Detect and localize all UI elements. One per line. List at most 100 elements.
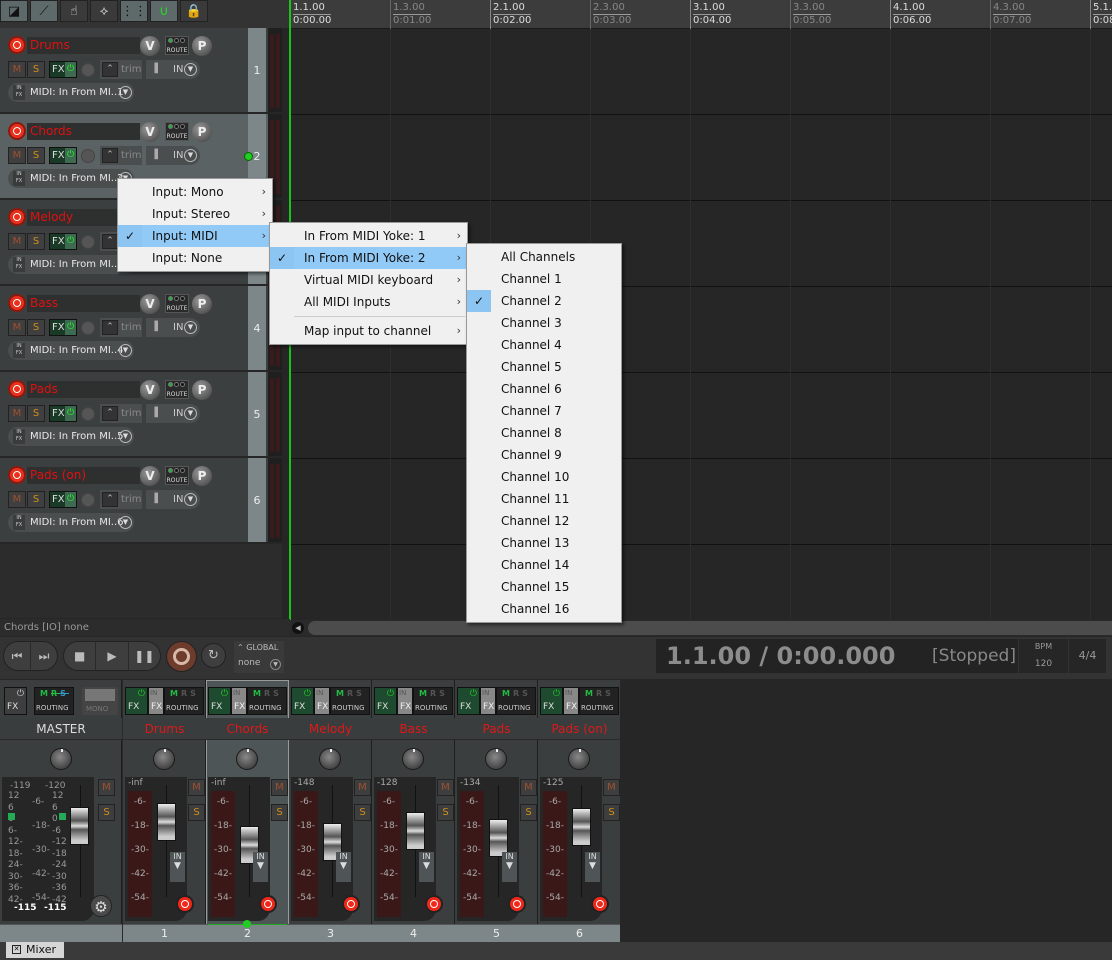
automation-mode[interactable]: ⌃trim <box>100 146 142 165</box>
input-monitor-button[interactable]: IN ▼ <box>585 852 600 882</box>
power-icon[interactable]: ⏻ <box>470 689 477 699</box>
in-fx-icon[interactable]: IN FX <box>13 343 25 358</box>
chevron-down-icon[interactable]: ▼ <box>119 516 132 529</box>
power-icon[interactable]: ⏻ <box>387 689 394 699</box>
ripple-icon[interactable]: ⟋ <box>30 0 58 22</box>
power-icon[interactable]: ⏻ <box>65 148 76 163</box>
mixer-strip-5[interactable]: ⏻ FX IN FX MRS ROUTING Pads -134 -6- -18- -30- -42-… <box>455 680 538 942</box>
power-icon[interactable]: ⏻ <box>221 689 228 699</box>
route-button[interactable]: ROUTE <box>165 36 189 55</box>
in-fx-icon[interactable]: IN FX <box>13 257 25 272</box>
volume-knob[interactable]: V <box>140 36 160 56</box>
mono-button[interactable]: MONO <box>82 687 118 715</box>
solo-button[interactable]: S <box>27 61 45 78</box>
pan-knob[interactable]: P <box>192 294 212 314</box>
fx-button[interactable]: FX ⏻ <box>49 491 77 508</box>
fx-button[interactable]: ⏻ FX <box>208 687 231 715</box>
track-name[interactable]: Pads <box>27 381 140 398</box>
chevron-down-icon[interactable]: ▼ <box>119 430 132 443</box>
pan-knob[interactable]: P <box>192 36 212 56</box>
input-monitor-button[interactable]: IN ▼ <box>336 852 351 882</box>
input-fx-button[interactable]: IN FX <box>480 687 496 715</box>
automation-mode[interactable]: ⌃trim <box>100 60 142 79</box>
record-arm-button[interactable] <box>8 466 26 484</box>
record-arm-button[interactable] <box>176 895 194 913</box>
mute-button[interactable]: M <box>8 147 26 164</box>
track-name[interactable]: Drums <box>27 37 140 54</box>
scroll-left-icon[interactable]: ◀ <box>292 622 304 634</box>
horizontal-scrollbar[interactable]: ◀ <box>290 620 1112 636</box>
mute-button[interactable]: M <box>8 319 26 336</box>
solo-button[interactable]: S <box>27 491 45 508</box>
fx-button[interactable]: FX ⏻ <box>49 319 77 336</box>
track-name[interactable]: Pads (on) <box>27 467 140 484</box>
mute-button[interactable]: M <box>188 779 205 796</box>
routing-button[interactable]: MRS ROUTING <box>330 687 370 715</box>
input-monitor-button[interactable]: IN ▼ <box>502 852 517 882</box>
record-arm-button[interactable] <box>425 895 443 913</box>
envelope-points-icon[interactable]: ⟡ <box>90 0 118 22</box>
menu-item-channel[interactable]: Channel 14 <box>467 554 621 576</box>
menu-item-midi-device[interactable]: ✓ In From MIDI Yoke: 2 › <box>270 247 467 269</box>
volume-fader[interactable] <box>157 803 176 841</box>
tempo-box[interactable]: BPM 120 <box>1018 639 1068 673</box>
fx-button[interactable]: FX ⏻ <box>49 233 77 250</box>
record-arm-button[interactable] <box>508 895 526 913</box>
menu-item-channel[interactable]: Channel 7 <box>467 400 621 422</box>
input-fx-button[interactable]: IN FX <box>148 687 164 715</box>
menu-item-channel[interactable]: Channel 6 <box>467 378 621 400</box>
record-arm-button[interactable] <box>8 380 26 398</box>
time-display[interactable]: 1.1.00 / 0:00.000 [Stopped] <box>656 639 1026 673</box>
pan-knob[interactable] <box>319 748 341 770</box>
mute-button[interactable]: M <box>8 61 26 78</box>
solo-button[interactable]: S <box>188 804 205 821</box>
menu-item-midi-device[interactable]: All MIDI Inputs › <box>270 291 467 313</box>
solo-button[interactable]: S <box>27 319 45 336</box>
track-1[interactable]: DrumsV ROUTEP MSFX⏻ ⌃trimIN▼ INFXMIDI: In Fr… <box>0 28 282 114</box>
solo-button[interactable]: S <box>27 147 45 164</box>
input-monitor[interactable]: IN▼ <box>146 60 200 79</box>
master-fx-button[interactable]: ⏻ FX <box>4 687 27 715</box>
strip-name[interactable]: Pads (on) <box>538 718 621 740</box>
power-icon[interactable]: ⏻ <box>553 689 560 699</box>
input-select[interactable]: INFXMIDI: In From MI..2▼ <box>8 169 134 188</box>
chevron-down-icon[interactable]: ▼ <box>119 344 132 357</box>
strip-name[interactable]: Melody <box>289 718 372 740</box>
gear-icon[interactable]: ⚙ <box>90 895 112 917</box>
phase-icon[interactable] <box>81 493 95 507</box>
automation-mode[interactable]: ⌃trim <box>100 490 142 509</box>
master-routing-button[interactable]: MRS ROUTING <box>34 687 74 715</box>
volume-knob[interactable]: V <box>140 466 160 486</box>
fx-button[interactable]: ⏻ FX <box>540 687 563 715</box>
input-monitor-button[interactable]: IN ▼ <box>170 852 185 882</box>
input-select[interactable]: IN FX MIDI: In From MI..6 ▼ <box>8 513 134 532</box>
track-4[interactable]: BassV ROUTEP MSFX⏻ ⌃trimIN▼ INFXMIDI: In Fro… <box>0 286 282 372</box>
fx-button[interactable]: FX ⏻ <box>49 147 77 164</box>
grouping-icon[interactable]: ☝ <box>60 0 88 22</box>
route-button[interactable]: ROUTE <box>165 122 189 141</box>
input-monitor-button[interactable]: IN ▼ <box>253 852 268 882</box>
input-monitor[interactable]: IN▼ <box>146 318 200 337</box>
volume-fader[interactable] <box>572 808 591 847</box>
menu-item-channel[interactable]: Channel 9 <box>467 444 621 466</box>
menu-item-channel[interactable]: Channel 10 <box>467 466 621 488</box>
input-select[interactable]: IN FX MIDI: In From MI..5 ▼ <box>8 427 134 446</box>
loop-icon[interactable]: ∪ <box>150 0 178 22</box>
strip-name[interactable]: Chords <box>206 718 289 740</box>
master-mute-button[interactable]: M <box>98 779 115 796</box>
input-fx-button[interactable]: IN FX <box>314 687 330 715</box>
power-icon[interactable]: ⏻ <box>65 234 76 249</box>
pan-knob[interactable] <box>236 748 258 770</box>
volume-fader[interactable] <box>406 812 425 850</box>
volume-knob[interactable]: V <box>140 294 160 314</box>
input-select[interactable]: INFXMIDI: In From MI..3▼ <box>8 255 134 274</box>
phase-icon[interactable] <box>81 235 95 249</box>
fx-button[interactable]: ⏻ FX <box>291 687 314 715</box>
record-arm-button[interactable] <box>8 294 26 312</box>
menu-item-channel[interactable]: ✓ Channel 2 <box>467 290 621 312</box>
chevron-down-icon[interactable]: ▼ <box>184 321 197 334</box>
menu-item-channel[interactable]: Channel 5 <box>467 356 621 378</box>
routing-button[interactable]: MRS ROUTING <box>247 687 287 715</box>
menu-item-channel[interactable]: Channel 4 <box>467 334 621 356</box>
mute-button[interactable]: M <box>354 779 371 796</box>
